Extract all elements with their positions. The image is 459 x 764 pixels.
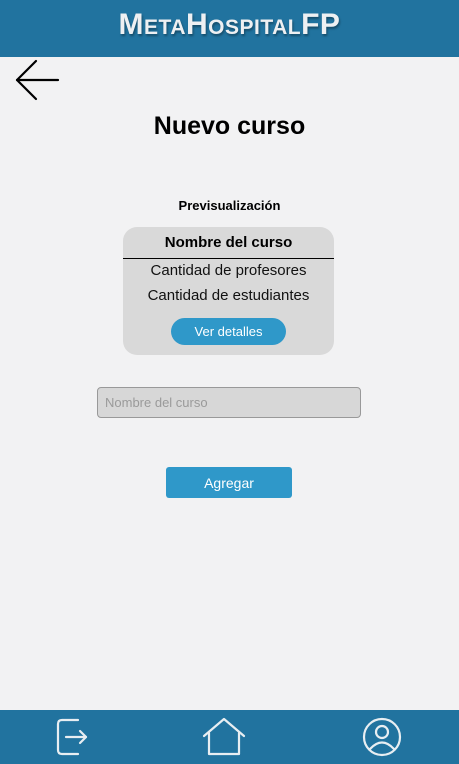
logout-button[interactable] [49, 714, 95, 760]
arrow-left-icon [15, 59, 60, 101]
course-name-input[interactable] [97, 387, 361, 418]
app-header: MetaHospitalFP [0, 0, 459, 57]
home-button[interactable] [201, 714, 247, 760]
home-icon [202, 717, 246, 756]
course-preview-card: Nombre del curso Cantidad de profesores … [123, 227, 334, 355]
profile-icon [362, 717, 402, 757]
profile-button[interactable] [359, 714, 405, 760]
card-divider [123, 258, 334, 259]
preview-label: Previsualización [178, 198, 281, 213]
view-details-button[interactable]: Ver detalles [171, 318, 286, 345]
card-students-count: Cantidad de estudiantes [147, 287, 310, 304]
back-button[interactable] [12, 58, 62, 102]
card-teachers-count: Cantidad de profesores [150, 262, 307, 279]
card-course-name: Nombre del curso [164, 234, 293, 251]
bottom-nav [0, 710, 459, 764]
logout-icon [56, 718, 88, 756]
add-button[interactable]: Agregar [166, 467, 292, 498]
page-title: Nuevo curso [153, 112, 306, 140]
app-brand: MetaHospitalFP [118, 7, 341, 41]
